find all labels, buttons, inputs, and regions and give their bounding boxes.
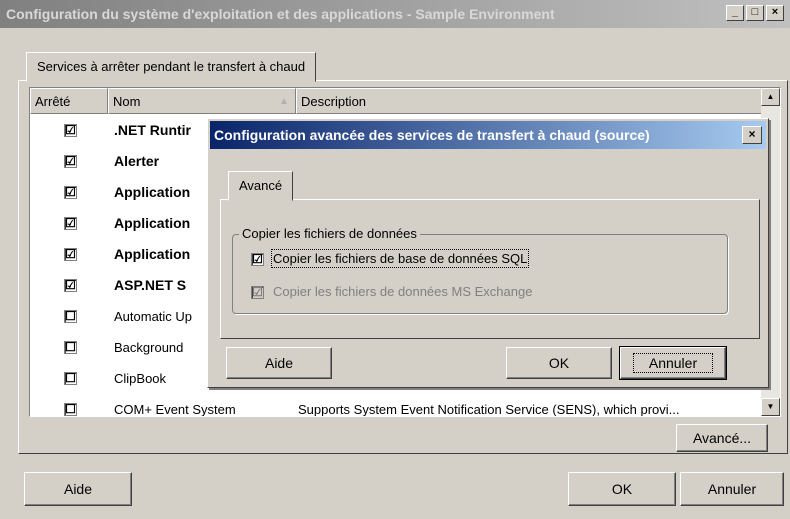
tab-advanced-label: Avancé <box>239 178 283 193</box>
exchange-checkbox: ☑ <box>251 285 264 299</box>
column-label-stopped: Arrêté <box>35 94 71 109</box>
row-stopped-checkbox[interactable]: ☐ <box>64 372 77 385</box>
ok-button[interactable]: OK <box>568 472 676 506</box>
row-name: Background <box>114 340 184 355</box>
dialog-ok-button[interactable]: OK <box>506 347 612 379</box>
sql-checkbox-label[interactable]: Copier les fichiers de base de données S… <box>270 249 530 268</box>
help-button[interactable]: Aide <box>24 472 132 506</box>
list-header: Arrêté Nom ▲ Description <box>30 88 762 114</box>
row-name: Automatic Up <box>114 309 193 324</box>
row-stopped-checkbox[interactable]: ☐ <box>64 310 77 323</box>
row-stopped-checkbox[interactable]: ☑ <box>64 124 77 137</box>
tab-services[interactable]: Services à arrêter pendant le transfert … <box>26 52 317 82</box>
window-controls: _ □ × <box>726 5 784 21</box>
row-stopped-checkbox[interactable]: ☑ <box>64 186 77 199</box>
column-header-name[interactable]: Nom ▲ <box>108 88 296 114</box>
window-titlebar[interactable]: Configuration du système d'exploitation … <box>0 0 790 28</box>
row-name: Application <box>114 215 191 231</box>
exchange-checkbox-label: Copier les fichiers de données MS Exchan… <box>273 284 533 299</box>
copy-data-files-group: Copier les fichiers de données ☑ Copier … <box>232 226 728 314</box>
row-stopped-checkbox[interactable]: ☑ <box>64 248 77 261</box>
row-stopped-checkbox[interactable]: ☐ <box>64 341 77 354</box>
row-stopped-checkbox[interactable]: ☑ <box>64 217 77 230</box>
tab-advanced[interactable]: Avancé <box>228 171 294 201</box>
dialog-title: Configuration avancée des services de tr… <box>214 127 650 143</box>
row-name: .NET Runtir <box>114 122 191 138</box>
row-name: Application <box>114 246 191 262</box>
scroll-down-arrow-icon[interactable]: ▼ <box>761 398 780 416</box>
group-label: Copier les fichiers de données <box>239 226 420 241</box>
dialog-cancel-label: Annuler <box>632 353 714 373</box>
column-label-description: Description <box>301 94 367 109</box>
row-name: Alerter <box>114 153 160 169</box>
table-row[interactable]: ☐ COM+ Event System Supports System Event … <box>30 394 762 417</box>
row-stopped-checkbox[interactable]: ☑ <box>64 155 77 168</box>
column-header-description[interactable]: Description <box>296 88 762 114</box>
row-description: Supports System Event Notification Servi… <box>298 402 680 417</box>
sort-ascending-icon: ▲ <box>279 96 289 107</box>
minimize-button[interactable]: _ <box>726 5 744 21</box>
column-header-stopped[interactable]: Arrêté <box>30 88 108 114</box>
dialog-close-icon[interactable]: × <box>742 126 762 144</box>
dialog-cancel-button[interactable]: Annuler <box>619 346 727 380</box>
dialog-help-button[interactable]: Aide <box>226 347 332 379</box>
close-button[interactable]: × <box>766 5 784 21</box>
row-name: Application <box>114 184 191 200</box>
window-title: Configuration du système d'exploitation … <box>6 6 555 22</box>
row-name: COM+ Event System <box>114 402 236 417</box>
row-name: ASP.NET S <box>114 277 187 293</box>
sql-checkbox[interactable]: ☑ <box>251 253 264 266</box>
row-name: ClipBook <box>114 371 167 386</box>
tab-services-label: Services à arrêter pendant le transfert … <box>37 59 306 74</box>
advanced-button[interactable]: Avancé... <box>676 424 768 452</box>
row-stopped-checkbox[interactable]: ☐ <box>64 403 77 416</box>
maximize-button[interactable]: □ <box>746 5 764 21</box>
row-stopped-checkbox[interactable]: ☑ <box>64 279 77 292</box>
cancel-button[interactable]: Annuler <box>680 472 784 506</box>
scroll-up-arrow-icon[interactable]: ▲ <box>761 88 780 106</box>
advanced-dialog: Configuration avancée des services de tr… <box>207 118 769 388</box>
dialog-titlebar[interactable]: Configuration avancée des services de tr… <box>210 121 766 149</box>
column-label-name: Nom <box>113 94 141 109</box>
